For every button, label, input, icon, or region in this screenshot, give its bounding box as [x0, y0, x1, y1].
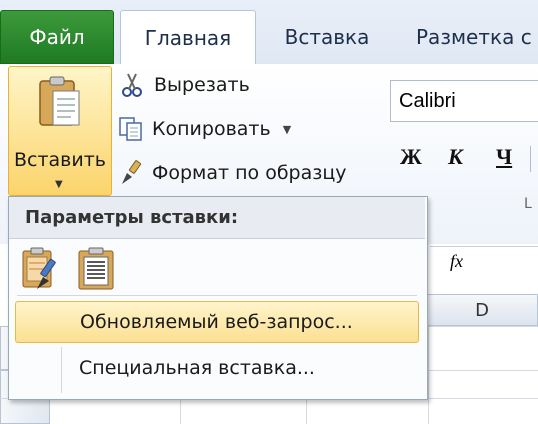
chevron-down-icon[interactable]: ▼ [55, 179, 63, 190]
chevron-down-icon[interactable]: ▼ [283, 123, 291, 136]
paste-options-menu: Параметры вставки: Обновляемый веб-запро… [8, 196, 428, 400]
grid-line [426, 370, 538, 371]
copy-label: Копировать [152, 118, 271, 140]
menu-divider [17, 295, 417, 296]
underline-button[interactable]: Ч [496, 144, 512, 170]
paste-button[interactable]: Вставить ▼ [8, 66, 112, 196]
paste-option-text[interactable] [75, 245, 119, 291]
column-header-d[interactable]: D [426, 294, 538, 326]
grid-line [426, 326, 538, 327]
grid-line [180, 398, 181, 424]
copy-button[interactable]: Копировать ▼ [118, 116, 291, 142]
toolbar-divider [530, 146, 531, 172]
paste-options-title: Параметры вставки: [9, 197, 425, 239]
paintbrush-icon [122, 160, 142, 184]
clipboard-icon [39, 76, 80, 126]
format-painter-label: Формат по образцу [152, 162, 347, 184]
paste-text-icon [78, 247, 114, 290]
ribbon-tab-bar: Файл Главная Вставка Разметка с [0, 0, 538, 65]
tab-home[interactable]: Главная [120, 10, 256, 65]
cut-label: Вырезать [154, 74, 250, 96]
formula-bar[interactable]: fx [430, 246, 538, 281]
format-painter-button[interactable]: Формат по образцу [118, 160, 347, 186]
tab-file[interactable]: Файл [0, 10, 114, 64]
fx-icon[interactable]: fx [450, 251, 463, 272]
menu-item-paste-special[interactable]: Специальная вставка... [15, 347, 419, 389]
font-group-label: L [524, 196, 532, 212]
scissors-icon [122, 73, 142, 97]
copy-icon [119, 117, 142, 141]
grid-line [428, 326, 429, 424]
paste-label: Вставить [13, 149, 106, 171]
cut-button[interactable]: Вырезать [120, 72, 250, 98]
paste-formatting-icon [22, 247, 56, 289]
grid-line [306, 398, 307, 424]
bold-button[interactable]: Ж [400, 144, 422, 170]
tab-insert[interactable]: Вставка [264, 14, 390, 60]
font-name-box[interactable]: Calibri [390, 80, 538, 122]
tab-page-layout[interactable]: Разметка с [398, 14, 538, 60]
italic-button[interactable]: К [448, 144, 463, 170]
menu-item-refreshable-web-query[interactable]: Обновляемый веб-запрос... [15, 301, 419, 343]
paste-option-formatting[interactable] [19, 245, 63, 291]
